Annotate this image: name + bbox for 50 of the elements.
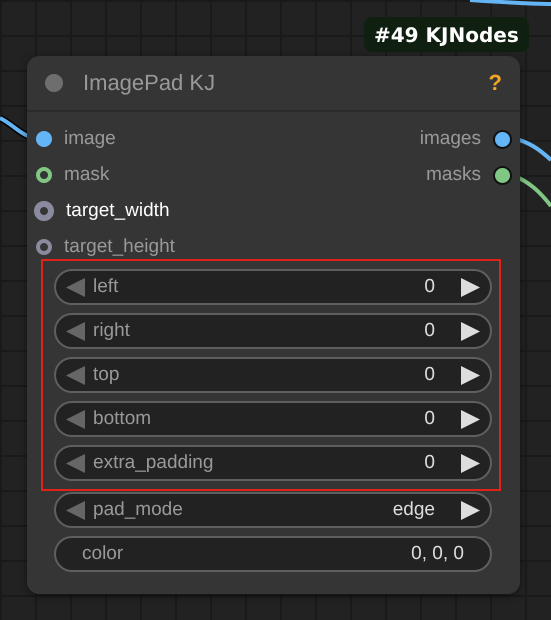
widget-label: color [82,543,124,565]
output-label: masks [426,164,481,186]
widget-value: 0 [424,320,435,342]
decrement-arrow-icon[interactable] [66,500,85,520]
widget-label: extra_padding [93,452,214,474]
input-slot-icon[interactable] [36,131,52,147]
number-widget[interactable]: extra_padding 0 [54,445,492,481]
increment-arrow-icon[interactable] [461,454,480,472]
input-label: image [64,128,116,150]
collapse-dot-icon[interactable] [45,74,63,92]
input-label: mask [64,164,110,186]
widget-value: 0, 0, 0 [411,543,464,565]
widget-label: left [93,276,120,298]
node-badge: #49 KJNodes [364,17,529,52]
input-label: target_height [64,236,175,258]
decrement-arrow-icon[interactable] [66,322,85,340]
decrement-arrow-icon[interactable] [66,278,85,296]
input-slot-icon[interactable] [34,201,54,221]
widget-value: 0 [424,408,435,430]
output-label: images [420,128,481,150]
number-widget[interactable]: top 0 [54,357,492,393]
decrement-arrow-icon[interactable] [66,366,85,384]
combo-widget[interactable]: pad_mode edge [54,492,492,528]
increment-arrow-icon[interactable] [461,322,480,340]
increment-arrow-icon[interactable] [461,366,480,384]
input-slot-icon[interactable] [36,239,52,255]
input-slot-icon[interactable] [36,167,52,183]
increment-arrow-icon[interactable] [461,278,480,296]
node-title: ImagePad KJ [83,70,216,96]
output-slot-icon[interactable] [493,130,512,148]
widget-label: bottom [93,408,152,430]
wire [0,114,30,140]
widget-label: top [93,364,120,386]
number-widget[interactable]: left 0 [54,269,492,305]
increment-arrow-icon[interactable] [461,410,480,428]
widget-value: edge [392,499,435,521]
decrement-arrow-icon[interactable] [66,454,85,472]
output-slot-icon[interactable] [493,166,512,184]
text-widget[interactable]: color 0, 0, 0 [54,536,492,572]
increment-arrow-icon[interactable] [461,500,480,520]
decrement-arrow-icon[interactable] [66,410,85,428]
widget-label: pad_mode [93,499,184,521]
number-widget[interactable]: right 0 [54,313,492,349]
help-button[interactable]: ? [488,70,502,96]
number-widget[interactable]: bottom 0 [54,401,492,437]
widget-value: 0 [424,364,435,386]
input-label: target_width [66,200,170,222]
widget-label: right [93,320,131,342]
widget-value: 0 [424,276,435,298]
widget-value: 0 [424,452,435,474]
